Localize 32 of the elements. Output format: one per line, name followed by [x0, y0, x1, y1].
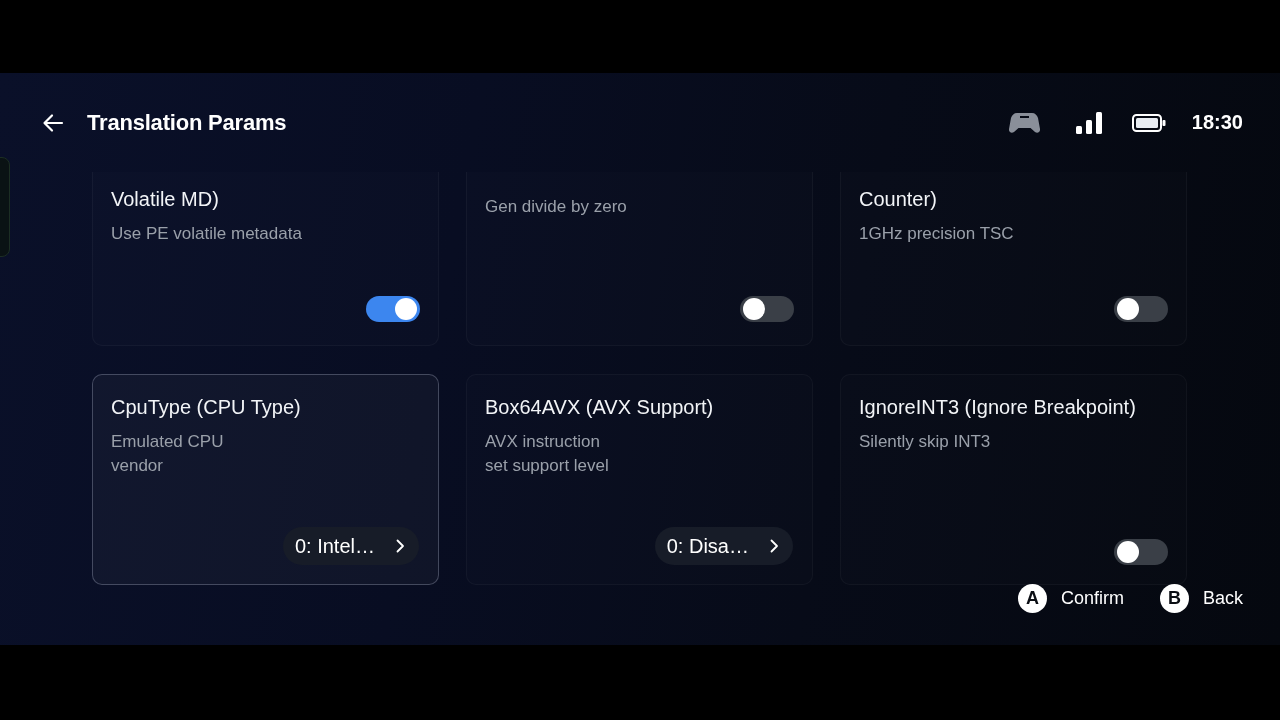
gamepad-icon: [1008, 111, 1040, 134]
hint-label: Back: [1202, 588, 1243, 609]
value-selector[interactable]: 0: Intel…: [282, 527, 419, 565]
value-selector[interactable]: 0: Disa…: [654, 527, 793, 565]
setting-card[interactable]: Gen divide by zero: [466, 172, 813, 346]
toggle-switch[interactable]: [1114, 296, 1168, 322]
setting-description: Silently skip INT3: [859, 431, 991, 453]
page-title: Translation Params: [87, 109, 287, 136]
signal-bars-icon: [1075, 111, 1102, 134]
setting-description: Emulated CPU vendor: [111, 431, 224, 477]
setting-title: Box64AVX (AVX Support): [485, 395, 714, 420]
controller-key-glyph: A: [1017, 584, 1047, 613]
toggle-switch[interactable]: [1114, 539, 1168, 565]
toggle-switch[interactable]: [740, 296, 794, 322]
battery-icon: [1131, 113, 1166, 132]
controller-key-glyph: B: [1159, 584, 1189, 613]
setting-card[interactable]: Counter) 1GHz precision TSC: [840, 172, 1187, 346]
setting-card[interactable]: IgnoreINT3 (Ignore Breakpoint) Silently skip INT3: [840, 374, 1187, 585]
hint-label: Confirm: [1060, 588, 1124, 609]
setting-card[interactable]: CpuType (CPU Type) Emulated CPU vendor 0: Intel…: [92, 374, 439, 585]
setting-description: 1GHz precision TSC: [859, 223, 1014, 245]
status-time: 18:30: [1191, 111, 1243, 134]
setting-title: IgnoreINT3 (Ignore Breakpoint): [859, 395, 1136, 420]
setting-card[interactable]: Volatile MD) Use PE volatile metadata: [92, 172, 439, 346]
setting-title: Counter): [859, 187, 937, 212]
setting-title: Volatile MD): [111, 187, 219, 212]
setting-description: Use PE volatile metadata: [111, 223, 302, 245]
toggle-switch[interactable]: [366, 296, 420, 322]
setting-description: AVX instruction set support level: [485, 431, 609, 477]
setting-card[interactable]: Box64AVX (AVX Support) AVX instruction set support level 0: Disa…: [466, 374, 813, 585]
setting-description: Gen divide by zero: [485, 196, 627, 218]
setting-title: CpuType (CPU Type): [111, 395, 301, 420]
